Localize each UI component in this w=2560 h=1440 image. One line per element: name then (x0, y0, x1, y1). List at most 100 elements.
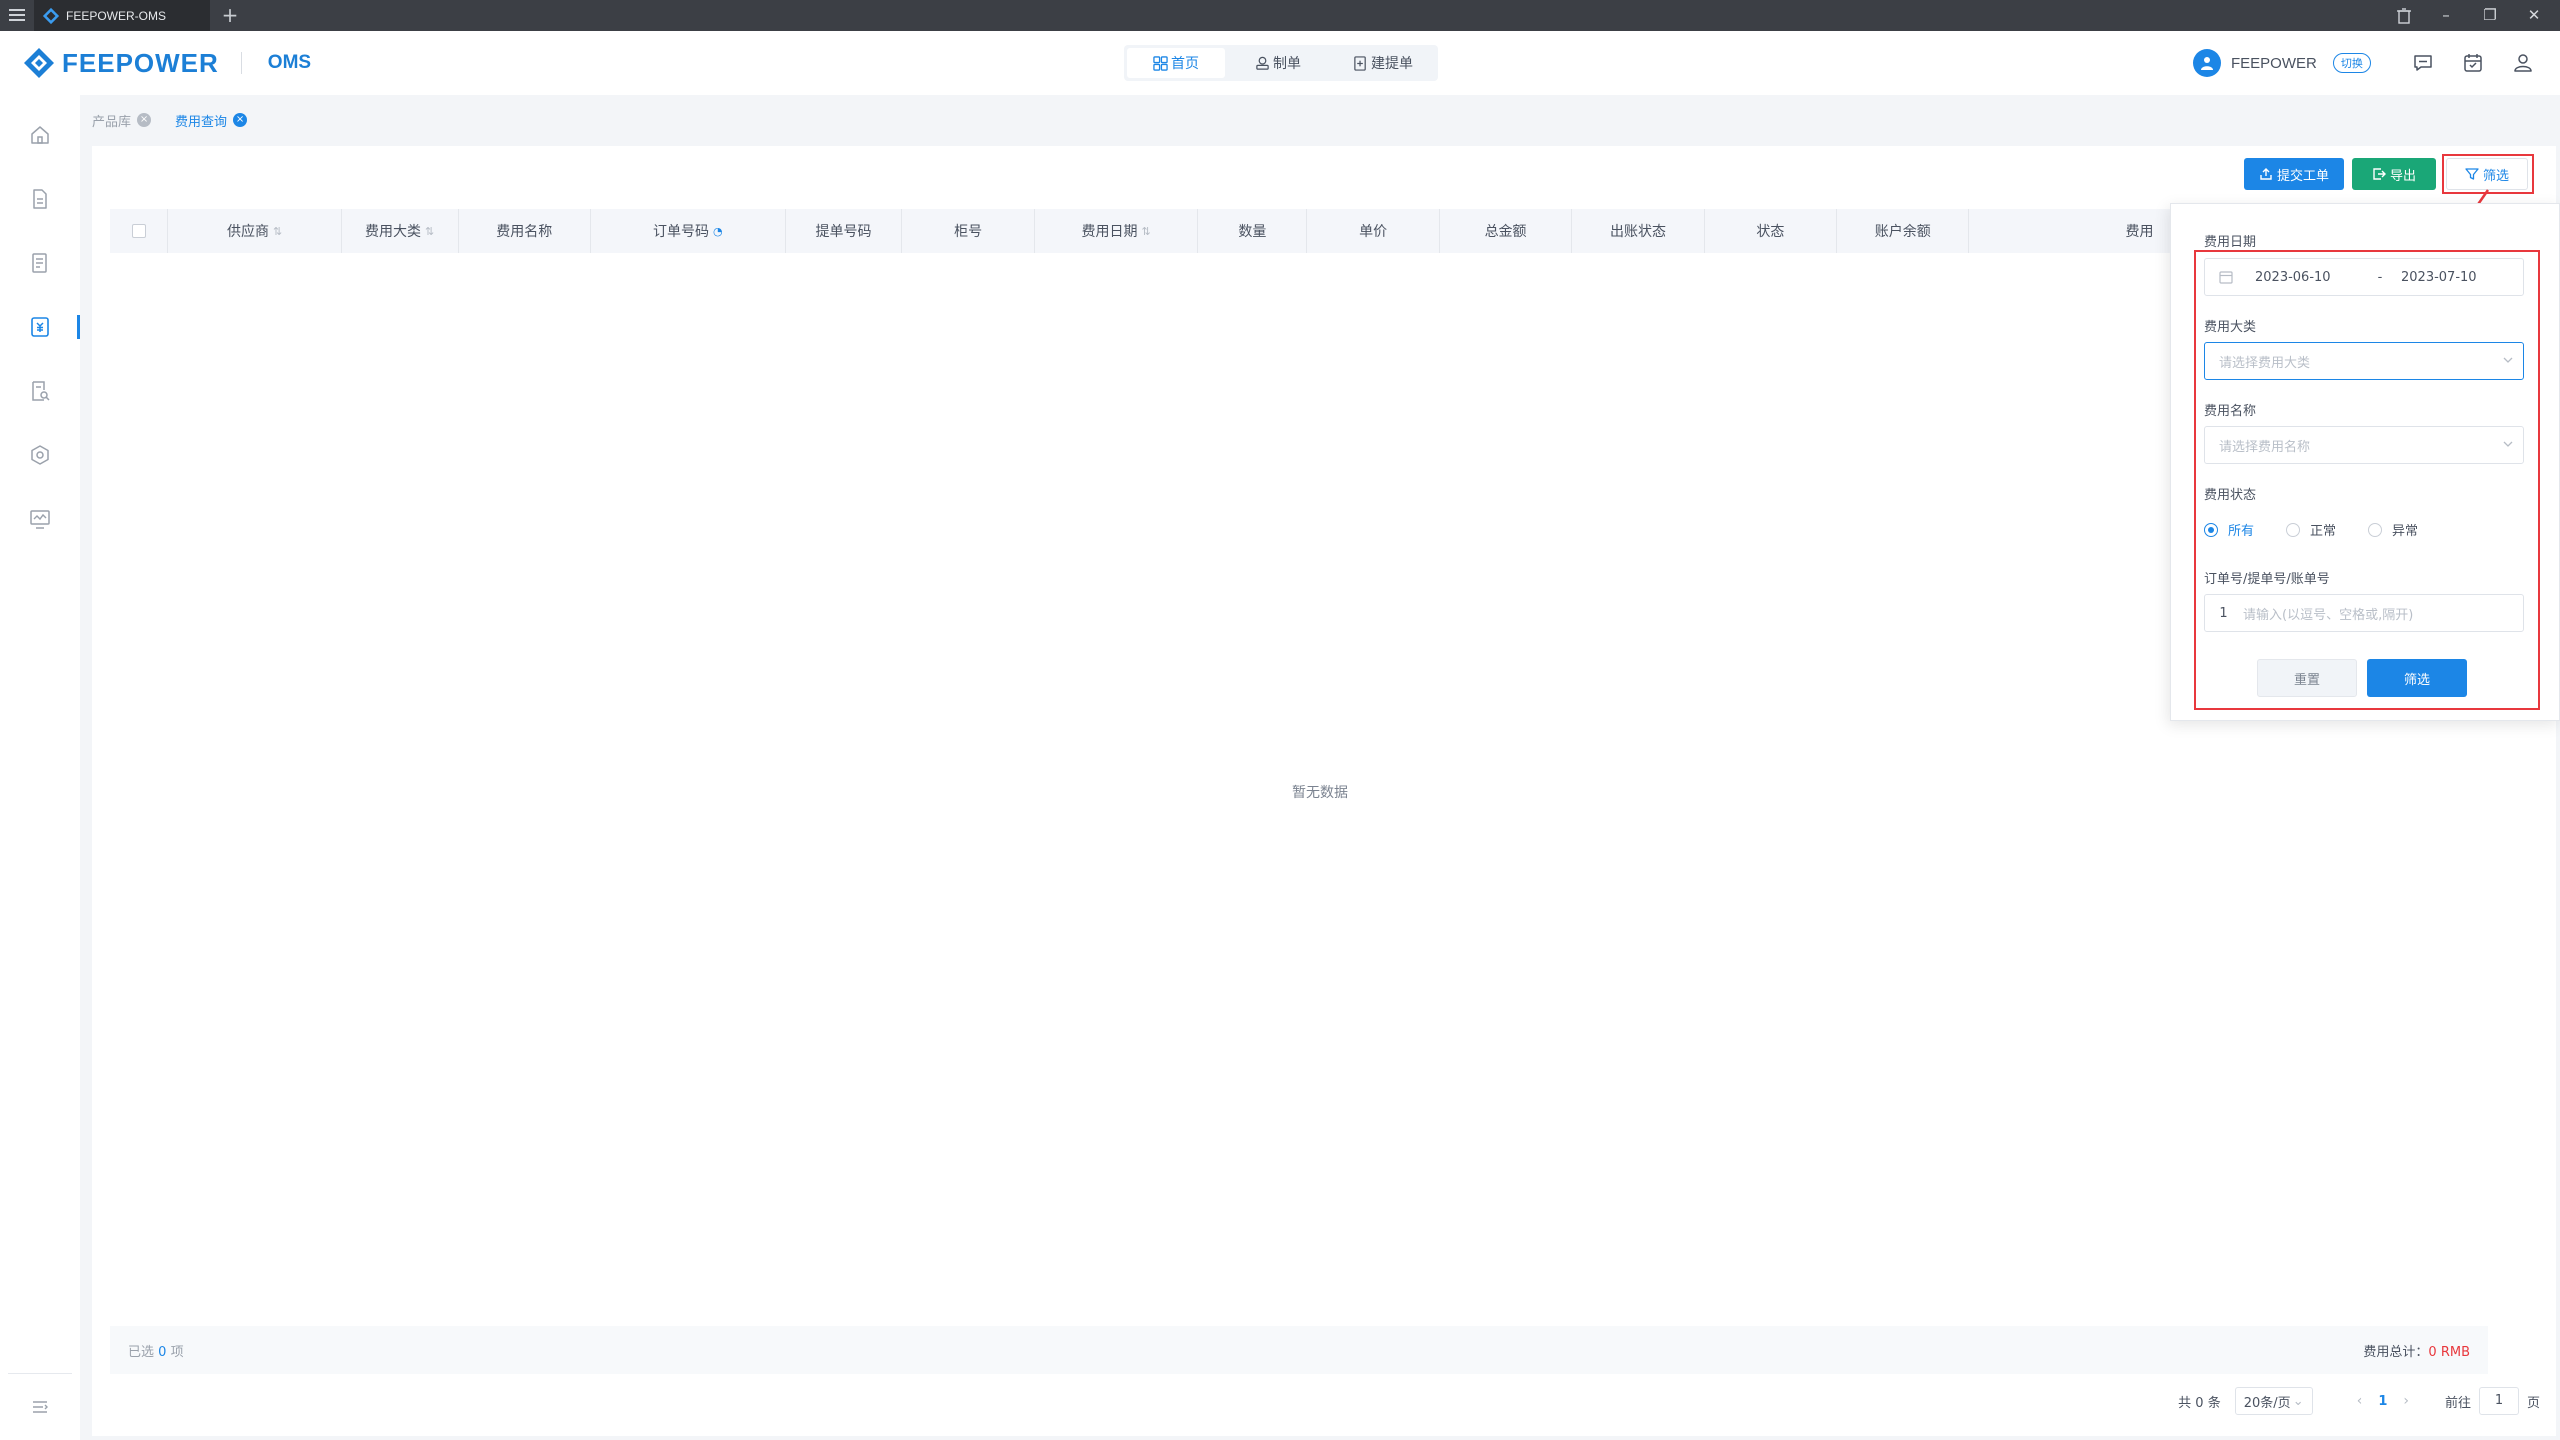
column-label: 费用名称 (496, 224, 553, 240)
column-header: 出账状态 (1572, 209, 1705, 253)
nav-home[interactable]: 首页 (1127, 48, 1225, 78)
browser-tab[interactable]: FEEPOWER-OMS (34, 0, 210, 31)
radio-dot[interactable] (2204, 522, 2218, 537)
column-label: 总金额 (1484, 224, 1527, 240)
column-header: 费用名称 (459, 209, 591, 253)
page-number-current[interactable]: 1 (2378, 1394, 2387, 1409)
calendar-icon (2219, 271, 2233, 284)
browser-tab-title: FEEPOWER-OMS (66, 8, 167, 23)
avatar[interactable] (2193, 49, 2221, 77)
fee-date-range-picker[interactable]: 2023-06-10 - 2023-07-10 (2204, 258, 2524, 296)
column-label: 状态 (1756, 224, 1785, 240)
status-radio-normal[interactable]: 正常 (2286, 520, 2336, 539)
fee-category-select[interactable]: 请选择费用大类 (2204, 342, 2524, 380)
column-header[interactable]: 费用日期 ⇅ (1035, 209, 1199, 253)
grid-icon (1153, 55, 1168, 71)
trash-icon[interactable] (2382, 0, 2426, 31)
fee-name-select[interactable]: 请选择费用名称 (2204, 426, 2524, 464)
prev-page-button[interactable]: ‹ (2357, 1393, 2363, 1409)
select-all-checkbox[interactable] (131, 224, 146, 238)
collapse-menu-icon (33, 1401, 48, 1413)
export-icon (2373, 168, 2386, 180)
goto-page-input[interactable]: 1 (2478, 1387, 2519, 1415)
switch-account-button[interactable]: 切换 (2332, 53, 2371, 73)
user-area: FEEPOWER 切换 (2193, 49, 2371, 77)
upload-icon (2260, 168, 2272, 180)
fee-status-label: 费用状态 (2204, 488, 2257, 503)
column-header[interactable]: 费用大类 ⇅ (342, 209, 459, 253)
status-radio-abnormal[interactable]: 异常 (2368, 520, 2418, 539)
radio-dot[interactable] (2368, 522, 2382, 537)
order-number-input[interactable]: 1 请输入(以逗号、空格或,隔开) (2204, 594, 2524, 632)
sidebar-item-home[interactable] (28, 123, 52, 147)
chevron-down-icon (2503, 357, 2513, 363)
column-label: 费用日期 (1081, 224, 1138, 240)
status-radio-all[interactable]: 所有 (2204, 520, 2254, 539)
sort-icon[interactable]: ⇅ (273, 225, 282, 238)
close-icon[interactable]: × (233, 113, 248, 127)
empty-state-text: 暂无数据 (1292, 785, 1348, 801)
brand-logo[interactable]: FEEPOWER OMS (22, 46, 311, 80)
calendar-icon[interactable] (2462, 52, 2484, 74)
restore-button[interactable]: ❐ (2468, 0, 2512, 31)
submit-ticket-button[interactable]: 提交工单 (2244, 158, 2344, 190)
fee-date-label: 费用日期 (2204, 235, 2257, 250)
column-label: 账户余额 (1874, 224, 1931, 240)
column-label: 供应商 (226, 224, 269, 240)
page-size-select[interactable]: 20条/页 ⌄ (2234, 1387, 2313, 1415)
close-window-button[interactable]: ✕ (2512, 0, 2556, 31)
document-icon (33, 189, 47, 209)
radio-dot[interactable] (2286, 522, 2300, 537)
fee-category-label: 费用大类 (2204, 320, 2257, 335)
status-radio-label: 异常 (2392, 524, 2419, 539)
tag-fee-query[interactable]: 费用查询 × (175, 111, 248, 130)
minimize-button[interactable]: – (2424, 0, 2468, 31)
sidebar-item-monitor[interactable] (28, 507, 52, 531)
column-label: 数量 (1238, 224, 1267, 240)
window-menu-button[interactable] (6, 6, 28, 24)
export-button[interactable]: 导出 (2352, 158, 2436, 190)
chevron-down-icon: ⌄ (2292, 1393, 2304, 1409)
filter-popover: 费用日期 2023-06-10 - 2023-07-10 费用大类 请选择费用大… (2170, 203, 2560, 721)
sidebar-item-documents[interactable] (28, 187, 52, 211)
column-label: 费用大类 (365, 224, 421, 240)
next-page-button[interactable]: › (2403, 1393, 2409, 1409)
apply-filter-button[interactable]: 筛选 (2367, 659, 2467, 697)
nav-create-bill[interactable]: 建提单 (1331, 48, 1435, 78)
logo-divider (240, 52, 242, 74)
user-icon[interactable] (2512, 52, 2534, 74)
sidebar-item-query[interactable] (28, 379, 52, 403)
nav-make-order[interactable]: 制单 (1225, 48, 1331, 78)
select-all-checkbox-cell[interactable] (110, 209, 169, 253)
sidebar-item-settings[interactable] (28, 443, 52, 467)
tag-product-library[interactable]: 产品库 × (92, 111, 152, 130)
info-icon[interactable]: ◔ (713, 225, 723, 238)
chat-icon[interactable] (2412, 52, 2434, 74)
selected-prefix: 已选 (128, 1344, 155, 1360)
total-count: 共 0 条 (2178, 1395, 2221, 1411)
top-navigation: 首页 制单 建提单 (1124, 45, 1438, 81)
sidebar-item-fees[interactable] (28, 315, 52, 339)
sort-icon[interactable]: ⇅ (425, 225, 434, 238)
sidebar-collapse-button[interactable] (28, 1395, 52, 1419)
column-header[interactable]: 供应商 ⇅ (168, 209, 342, 253)
fee-total-label: 费用总计： (2363, 1344, 2429, 1360)
close-icon[interactable]: × (137, 113, 152, 127)
sort-icon[interactable]: ⇅ (1142, 225, 1151, 238)
new-tab-button[interactable]: + (218, 2, 242, 28)
fee-total-value: 0 RMB (2428, 1344, 2470, 1360)
tag-label: 费用查询 (175, 114, 228, 130)
fee-icon (31, 317, 49, 337)
page-size-value: 20条/页 (2243, 1395, 2291, 1411)
column-label: 柜号 (954, 224, 983, 240)
reset-button[interactable]: 重置 (2257, 659, 2357, 697)
nav-home-label: 首页 (1171, 56, 1199, 72)
app-logo-icon (42, 7, 60, 24)
goto-label: 前往 (2444, 1395, 2471, 1411)
date-end[interactable]: 2023-07-10 (2401, 270, 2477, 285)
date-start[interactable]: 2023-06-10 (2255, 270, 2365, 285)
sidebar-item-orders[interactable] (28, 251, 52, 275)
tag-bar: 产品库 × 费用查询 × (92, 106, 271, 134)
column-header: 提单号码 (786, 209, 903, 253)
user-name: FEEPOWER (2231, 54, 2317, 72)
